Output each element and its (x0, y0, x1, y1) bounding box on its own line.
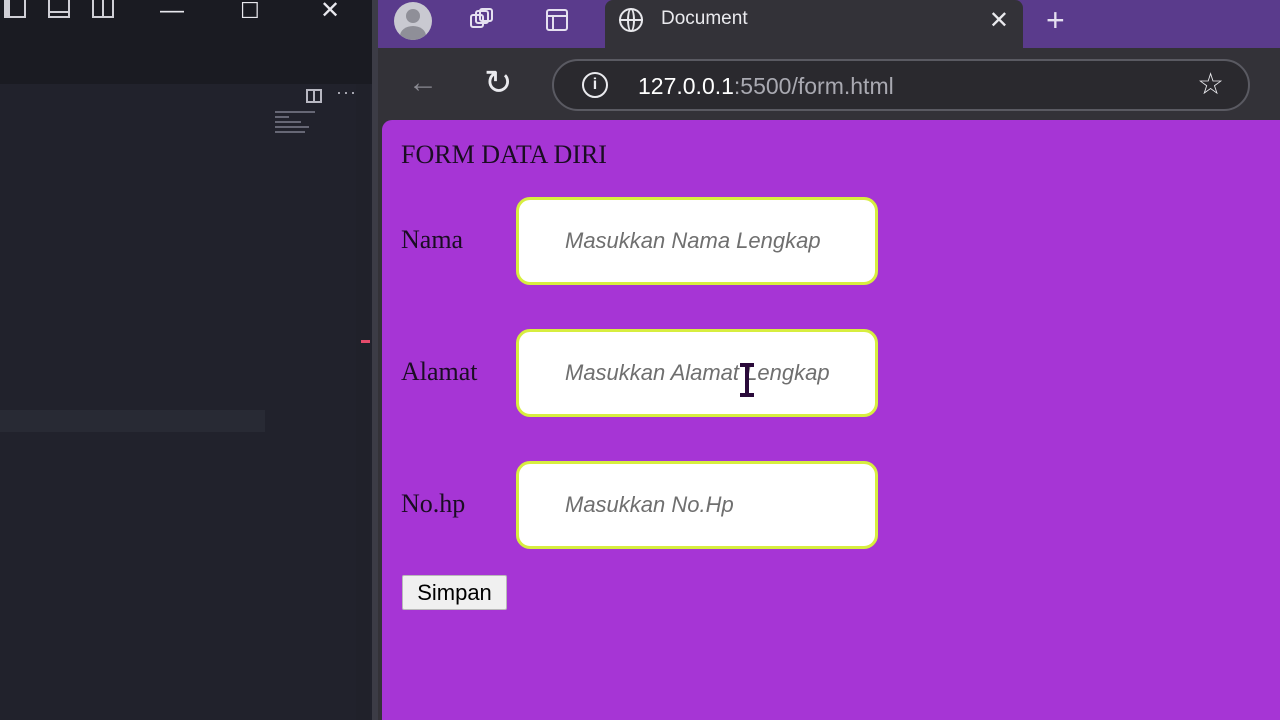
url-host: 127.0.0.1 (638, 73, 734, 99)
globe-icon (619, 8, 643, 32)
nohp-input[interactable] (516, 461, 878, 549)
address-bar[interactable]: i 127.0.0.1:5500/form.html ☆ (552, 59, 1250, 111)
minimap[interactable] (275, 108, 319, 140)
url-text[interactable]: 127.0.0.1:5500/form.html (638, 73, 894, 100)
text-cursor-icon (740, 363, 754, 397)
nohp-label: No.hp (401, 489, 466, 518)
tab-strip: Document ✕ + (378, 0, 1280, 50)
toggle-secondary-sidebar-icon[interactable] (92, 0, 114, 18)
form-title: FORM DATA DIRI (401, 140, 607, 169)
nama-label: Nama (401, 225, 464, 254)
code-editor-window: — ☐ ✕ ··· (0, 0, 372, 720)
workspaces-icon[interactable] (470, 8, 493, 30)
navigation-bar: ← ↻ i 127.0.0.1:5500/form.html ☆ (378, 50, 1280, 120)
editor-scrollbar[interactable] (356, 84, 370, 720)
alamat-label: Alamat (401, 357, 478, 386)
close-icon[interactable]: ✕ (989, 6, 1009, 35)
back-icon[interactable]: ← (408, 66, 438, 100)
nama-input[interactable] (516, 197, 878, 285)
more-actions-icon[interactable]: ··· (336, 82, 357, 103)
favorite-star-icon[interactable]: ☆ (1197, 67, 1224, 102)
url-path: :5500/form.html (733, 73, 894, 99)
simpan-button[interactable]: Simpan (402, 575, 507, 610)
maximize-icon[interactable]: ☐ (240, 0, 260, 22)
tab-actions-icon[interactable] (546, 9, 568, 31)
editor-tab-bar: ··· (0, 38, 372, 103)
minimize-icon[interactable]: — (160, 0, 184, 23)
alamat-input[interactable] (516, 329, 878, 417)
tab-title: Document (661, 8, 748, 29)
new-tab-icon[interactable]: + (1046, 2, 1065, 39)
window-close-icon[interactable]: ✕ (320, 0, 340, 23)
toggle-primary-sidebar-icon[interactable] (4, 0, 26, 18)
site-info-icon[interactable]: i (582, 72, 608, 98)
reload-icon[interactable]: ↻ (484, 63, 513, 103)
tab-document[interactable]: Document ✕ (605, 0, 1023, 50)
browser-window: Document ✕ + ← ↻ i 127.0.0.1:5500/form.h… (378, 0, 1280, 720)
current-line-highlight (0, 410, 265, 432)
split-editor-icon[interactable] (306, 89, 322, 103)
toggle-panel-icon[interactable] (48, 0, 70, 18)
scrollbar-marker (361, 340, 370, 343)
page-viewport: FORM DATA DIRI Nama Alamat No.hp Simpan (382, 120, 1280, 720)
profile-icon[interactable] (394, 2, 432, 40)
editor-title-bar: — ☐ ✕ (0, 0, 372, 38)
